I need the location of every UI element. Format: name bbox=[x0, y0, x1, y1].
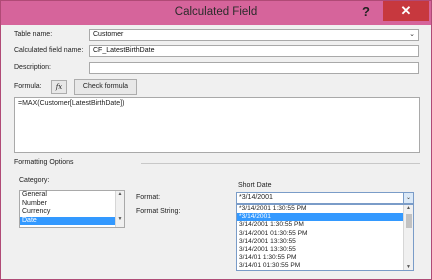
function-button[interactable]: fx bbox=[51, 80, 67, 94]
format-label: Format: bbox=[136, 194, 161, 201]
category-item[interactable]: Number bbox=[20, 200, 124, 209]
table-name-dropdown[interactable]: Customer ⌄ bbox=[89, 29, 419, 41]
category-item-selected[interactable]: Date bbox=[20, 216, 124, 225]
format-option[interactable]: 3/14/2001 01:30:55 PM bbox=[237, 230, 413, 238]
close-icon: ✕ bbox=[400, 3, 412, 18]
category-item[interactable]: Currency bbox=[20, 208, 124, 217]
scroll-down-icon[interactable]: ▼ bbox=[404, 264, 413, 270]
calculated-field-name-label: Calculated field name: bbox=[14, 47, 84, 54]
formatting-options-heading: Formatting Options bbox=[14, 159, 74, 166]
check-formula-button[interactable]: Check formula bbox=[74, 79, 137, 95]
title-bar: Calculated Field ? ✕ bbox=[1, 1, 431, 25]
format-list-scrollbar[interactable]: ▲ ▼ bbox=[403, 205, 413, 270]
description-label: Description: bbox=[14, 64, 51, 71]
format-options-list[interactable]: *3/14/2001 1:30:55 PM *3/14/2001 3/14/20… bbox=[236, 204, 414, 271]
scroll-up-icon[interactable]: ▲ bbox=[116, 191, 124, 197]
format-option[interactable]: *3/14/2001 1:30:55 PM bbox=[237, 205, 413, 213]
format-option[interactable]: 3/14/2001 13:30:55 bbox=[237, 238, 413, 246]
category-label: Category: bbox=[19, 177, 50, 184]
format-option[interactable]: 3/14/2001 13:30:55 bbox=[237, 246, 413, 254]
format-value: *3/14/2001 bbox=[239, 194, 273, 201]
formula-text: =MAX(Customer[LatestBirthDate]) bbox=[18, 100, 125, 107]
calculated-field-name-input[interactable]: CF_LatestBirthDate bbox=[89, 45, 419, 57]
format-string-label: Format String: bbox=[136, 208, 181, 215]
category-item[interactable]: General bbox=[20, 191, 124, 200]
scroll-up-icon[interactable]: ▲ bbox=[404, 205, 413, 211]
scrollbar-thumb[interactable] bbox=[406, 214, 412, 228]
category-scrollbar[interactable]: ▲ ▼ bbox=[115, 191, 124, 227]
format-option[interactable]: 3/14/01 01:30:55 PM bbox=[237, 262, 413, 270]
formula-label: Formula: bbox=[14, 83, 42, 90]
format-option-selected[interactable]: *3/14/2001 bbox=[237, 213, 413, 222]
format-option[interactable]: 3/14/01 1:30:55 PM bbox=[237, 254, 413, 262]
calculated-field-dialog: Calculated Field ? ✕ Table name: Custome… bbox=[0, 0, 432, 280]
formula-editor[interactable]: =MAX(Customer[LatestBirthDate]) bbox=[14, 97, 420, 153]
category-list[interactable]: General Number Currency Date ▲ ▼ bbox=[19, 190, 125, 228]
format-option[interactable]: 3/14/2001 1:30:55 PM bbox=[237, 221, 413, 229]
description-input[interactable] bbox=[89, 62, 419, 74]
table-name-label: Table name: bbox=[14, 31, 53, 38]
section-divider bbox=[141, 163, 420, 164]
chevron-down-icon: ⌄ bbox=[409, 31, 415, 38]
format-dropdown[interactable]: *3/14/2001 ⌄ bbox=[236, 192, 414, 204]
scroll-down-icon[interactable]: ▼ bbox=[116, 216, 124, 222]
table-name-value: Customer bbox=[93, 31, 124, 38]
chevron-down-icon[interactable]: ⌄ bbox=[403, 193, 413, 203]
format-category-header: Short Date bbox=[238, 182, 272, 189]
help-button[interactable]: ? bbox=[356, 2, 376, 22]
close-button[interactable]: ✕ bbox=[383, 1, 429, 21]
